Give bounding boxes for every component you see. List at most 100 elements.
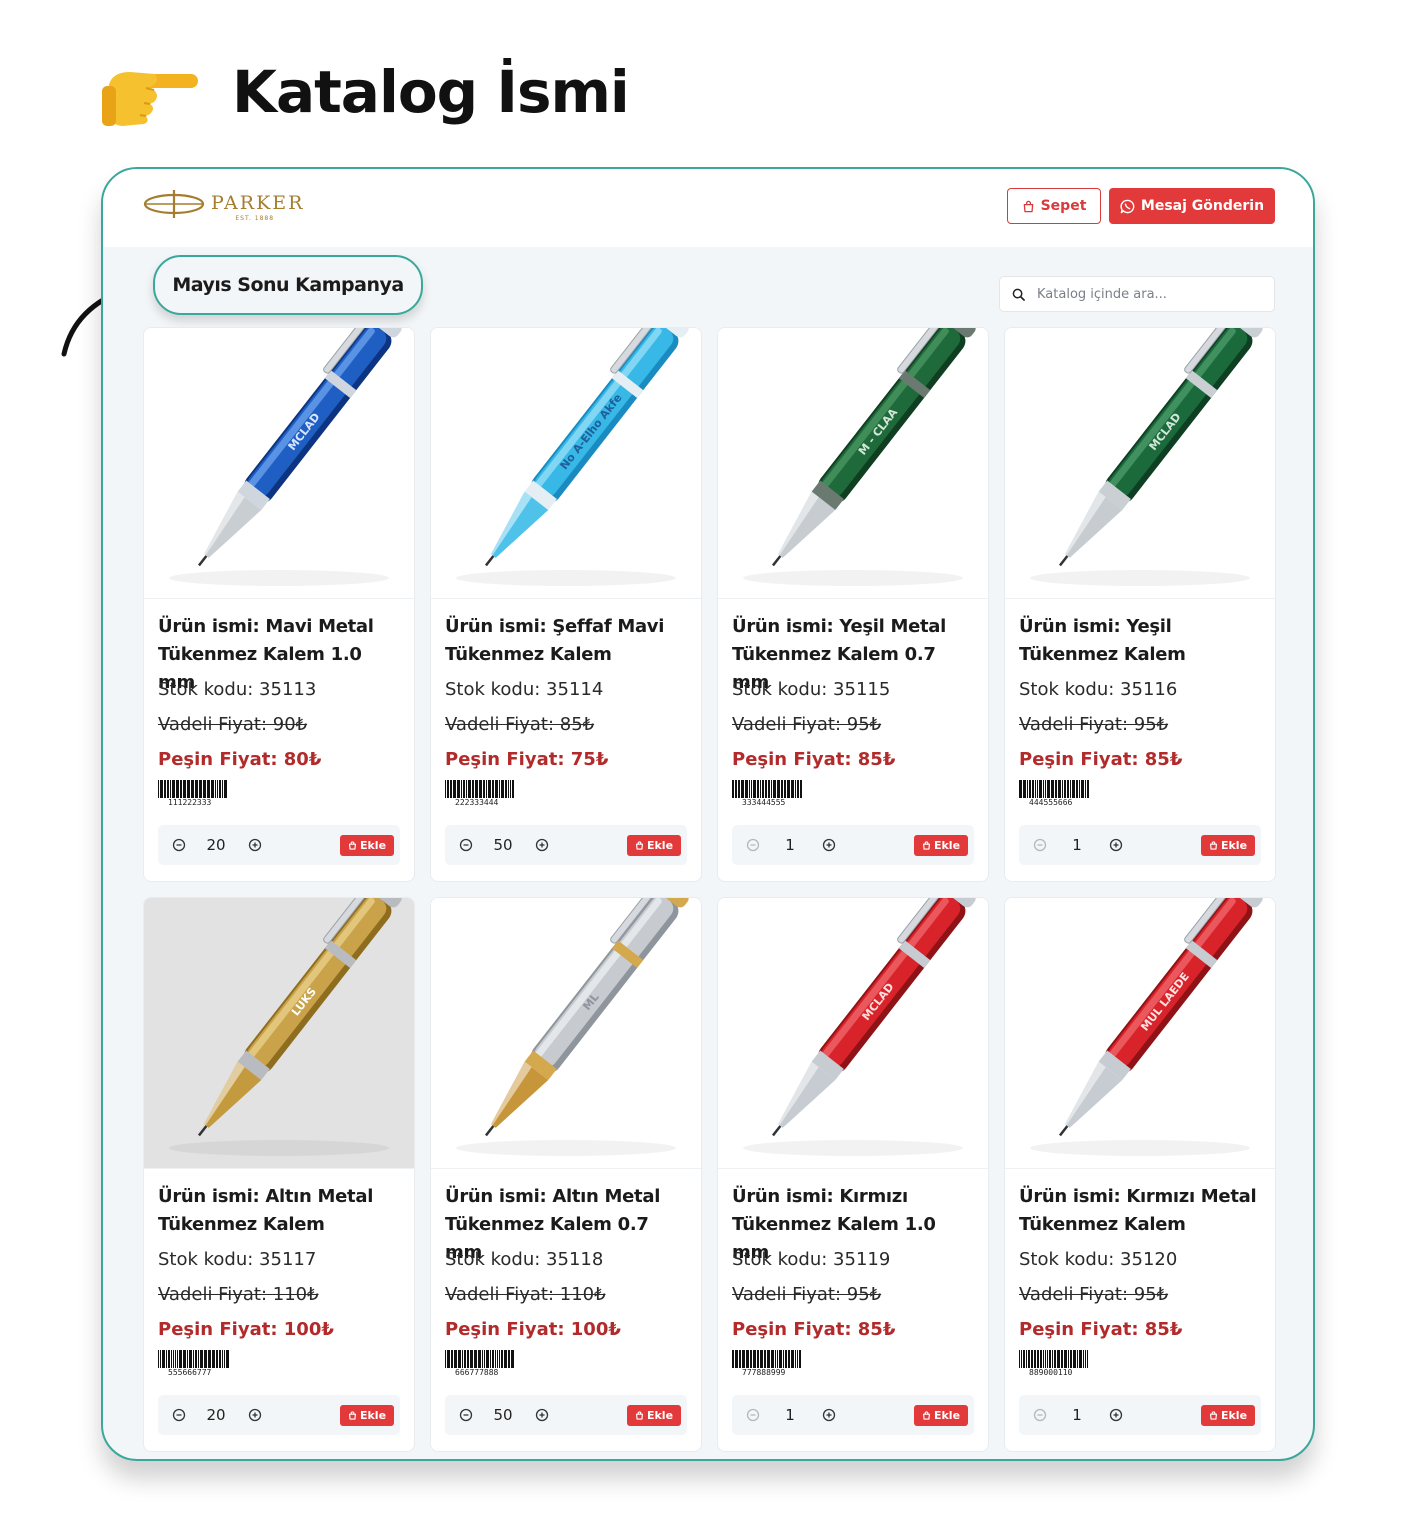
product-card[interactable]: MUL LAEDE Ürün ismi: Kırmızı Metal Tüken… [1004,897,1276,1452]
shopping-bag-icon [1209,841,1217,850]
product-name: Ürün ismi: Altın Metal Tükenmez Kalem [158,1186,374,1235]
product-name: Ürün ismi: Kırmızı Tükenmez Kalem 1.0 mm [732,1186,936,1263]
product-image[interactable]: LUKS [144,898,414,1169]
shopping-bag-icon [922,841,930,850]
add-to-cart-button[interactable]: Ekle [627,835,681,856]
barcode: 889000110 [1019,1350,1093,1378]
barcode: 111222333 [158,780,232,808]
product-card[interactable]: MCLAD Ürün ismi: Mavi Metal Tükenmez Kal… [143,327,415,882]
minus-circle-icon[interactable] [459,838,473,852]
shopping-bag-icon [922,1411,930,1420]
add-to-cart-button[interactable]: Ekle [1201,835,1255,856]
barcode: 777888999 [732,1350,806,1378]
whatsapp-icon [1120,199,1135,213]
page-heading: Katalog İsmi [100,52,630,132]
barcode-bars [445,780,519,798]
product-card[interactable]: MCLAD Ürün ismi: Yeşil Tükenmez Kalem St… [1004,327,1276,882]
product-image[interactable]: M - CLAA [718,328,988,599]
plus-circle-icon[interactable] [822,838,836,852]
plus-circle-icon[interactable] [822,1408,836,1422]
quantity-value[interactable]: 50 [483,825,523,865]
quantity-value[interactable]: 1 [770,1395,810,1435]
product-name: Ürün ismi: Altın Metal Tükenmez Kalem 0.… [445,1186,661,1263]
barcode: 666777888 [445,1350,519,1378]
add-to-cart-label: Ekle [933,839,961,852]
barcode-bars [158,780,232,798]
shopping-bag-icon [348,1411,356,1420]
catalog-search[interactable] [999,276,1275,312]
minus-circle-icon[interactable] [1033,838,1047,852]
barcode-bars [1019,1350,1093,1368]
stock-code: Stok kodu: 35113 [158,679,317,700]
term-price: Vadeli Fiyat: 90₺ [158,714,308,735]
product-card[interactable]: LUKS Ürün ismi: Altın Metal Tükenmez Kal… [143,897,415,1452]
page-title: Katalog İsmi [232,58,630,126]
barcode-bars [158,1350,232,1368]
cash-price: Peşin Fiyat: 85₺ [1019,1319,1183,1340]
product-name: Ürün ismi: Şeffaf Mavi Tükenmez Kalem [445,616,665,665]
add-to-cart-button[interactable]: Ekle [340,835,394,856]
cart-button[interactable]: Sepet [1007,188,1101,224]
cash-price: Peşin Fiyat: 85₺ [1019,749,1183,770]
product-image[interactable]: MCLAD [718,898,988,1169]
brand-name: PARKER [211,192,305,214]
product-card[interactable]: ML Ürün ismi: Altın Metal Tükenmez Kalem… [430,897,702,1452]
minus-circle-icon[interactable] [746,1408,760,1422]
product-image[interactable]: MCLAD [144,328,414,599]
cash-price: Peşin Fiyat: 80₺ [158,749,322,770]
stock-code: Stok kodu: 35114 [445,679,604,700]
quantity-value[interactable]: 20 [196,1395,236,1435]
minus-circle-icon[interactable] [1033,1408,1047,1422]
plus-circle-icon[interactable] [248,1408,262,1422]
send-message-button[interactable]: Mesaj Gönderin [1109,188,1275,224]
catalog-name-badge: Mayıs Sonu Kampanya [153,255,423,315]
term-price: Vadeli Fiyat: 95₺ [1019,714,1169,735]
quantity-value[interactable]: 1 [1057,1395,1097,1435]
product-card[interactable]: No A-Elho Akfe Ürün ismi: Şeffaf Mavi Tü… [430,327,702,882]
minus-circle-icon[interactable] [746,838,760,852]
add-to-cart-button[interactable]: Ekle [1201,1405,1255,1426]
add-to-cart-button[interactable]: Ekle [627,1405,681,1426]
product-card[interactable]: M - CLAA Ürün ismi: Yeşil Metal Tükenmez… [717,327,989,882]
plus-circle-icon[interactable] [535,1408,549,1422]
quantity-stepper: 50 Ekle [445,1395,687,1435]
quantity-value[interactable]: 1 [1057,825,1097,865]
add-to-cart-button[interactable]: Ekle [914,1405,968,1426]
term-price: Vadeli Fiyat: 110₺ [158,1284,319,1305]
add-to-cart-label: Ekle [933,1409,961,1422]
plus-circle-icon[interactable] [1109,1408,1123,1422]
shopping-bag-icon [635,841,643,850]
barcode-number: 889000110 [1029,1368,1073,1377]
quantity-value[interactable]: 20 [196,825,236,865]
cash-price: Peşin Fiyat: 75₺ [445,749,609,770]
quantity-value[interactable]: 1 [770,825,810,865]
barcode-bars [1019,780,1093,798]
product-card[interactable]: MCLAD Ürün ismi: Kırmızı Tükenmez Kalem … [717,897,989,1452]
product-image[interactable]: ML [431,898,701,1169]
minus-circle-icon[interactable] [459,1408,473,1422]
add-to-cart-button[interactable]: Ekle [914,835,968,856]
shopping-bag-icon [1023,200,1033,212]
minus-circle-icon[interactable] [172,838,186,852]
minus-circle-icon[interactable] [172,1408,186,1422]
add-to-cart-label: Ekle [359,1409,387,1422]
plus-circle-icon[interactable] [535,838,549,852]
pointing-hand-icon [102,72,198,126]
product-image[interactable]: MUL LAEDE [1005,898,1275,1169]
brand-logo[interactable]: PARKER EST. 1888 [143,189,304,222]
product-name: Ürün ismi: Yeşil Tükenmez Kalem [1019,616,1186,665]
search-input[interactable] [1035,285,1259,303]
product-grid: MCLAD Ürün ismi: Mavi Metal Tükenmez Kal… [143,327,1277,1452]
plus-circle-icon[interactable] [248,838,262,852]
quantity-stepper: 1 Ekle [1019,1395,1261,1435]
product-image[interactable]: MCLAD [1005,328,1275,599]
product-image[interactable]: No A-Elho Akfe [431,328,701,599]
barcode: 555666777 [158,1350,232,1378]
stock-code: Stok kodu: 35120 [1019,1249,1178,1270]
quantity-value[interactable]: 50 [483,1395,523,1435]
add-to-cart-label: Ekle [1220,1409,1248,1422]
add-to-cart-button[interactable]: Ekle [340,1405,394,1426]
stock-code: Stok kodu: 35119 [732,1249,891,1270]
plus-circle-icon[interactable] [1109,838,1123,852]
add-to-cart-label: Ekle [359,839,387,852]
